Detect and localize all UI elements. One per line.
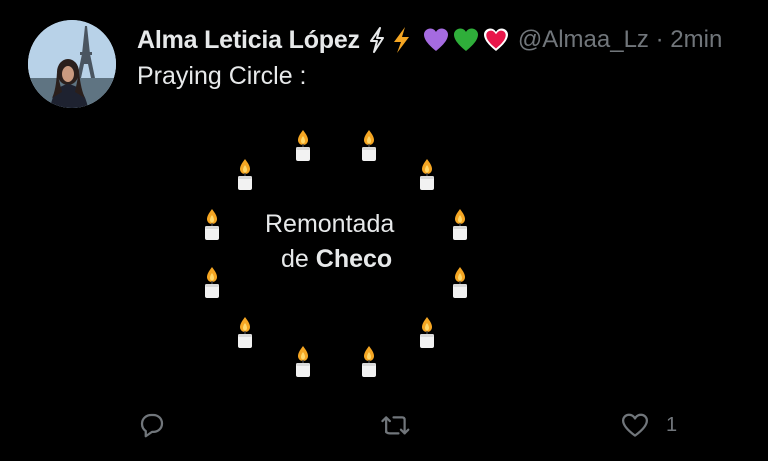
tweet-text: Praying Circle :	[137, 62, 307, 90]
handle[interactable]: @Almaa_Lz · 2min	[518, 26, 722, 54]
purple-heart-icon	[423, 28, 448, 51]
circle-text-line2: de Checo	[281, 245, 393, 273]
circle-text-bold: Checo	[315, 245, 393, 273]
like-button[interactable]: 1	[620, 410, 677, 440]
like-count: 1	[666, 413, 678, 436]
candle-icon	[205, 209, 220, 240]
candle-icon	[295, 346, 310, 378]
candle-icon	[452, 266, 467, 298]
reply-icon	[140, 413, 164, 438]
tweet-header: Alma Leticia López @Almaa_Lz · 2min	[137, 24, 722, 56]
circle-text-line1: Remontada	[265, 210, 395, 238]
display-name[interactable]: Alma Leticia López	[137, 26, 360, 55]
avatar-photo	[28, 20, 116, 108]
bolt-icon	[393, 27, 409, 53]
candle-icon	[238, 317, 253, 349]
bolt-outline-icon	[369, 27, 384, 53]
candle-icon	[362, 346, 377, 378]
name-emojis	[366, 26, 510, 54]
timestamp[interactable]: 2min	[670, 26, 722, 53]
candle-icon	[295, 129, 310, 161]
candle-icon	[205, 266, 220, 298]
heart-outline-icon	[622, 413, 648, 437]
retweet-button[interactable]	[380, 411, 412, 441]
retweet-icon	[381, 416, 410, 435]
candle-icon	[362, 129, 377, 161]
candle-icon	[238, 158, 253, 190]
red-heart-icon	[483, 28, 508, 51]
candle-icon	[452, 209, 467, 240]
tweet[interactable]: Alma Leticia López @Almaa_Lz · 2min Pray…	[0, 0, 768, 461]
green-heart-icon	[453, 28, 478, 51]
reply-button[interactable]	[137, 410, 167, 440]
candle-icon	[419, 317, 434, 349]
candle-icon	[419, 158, 434, 190]
avatar[interactable]	[28, 20, 116, 108]
